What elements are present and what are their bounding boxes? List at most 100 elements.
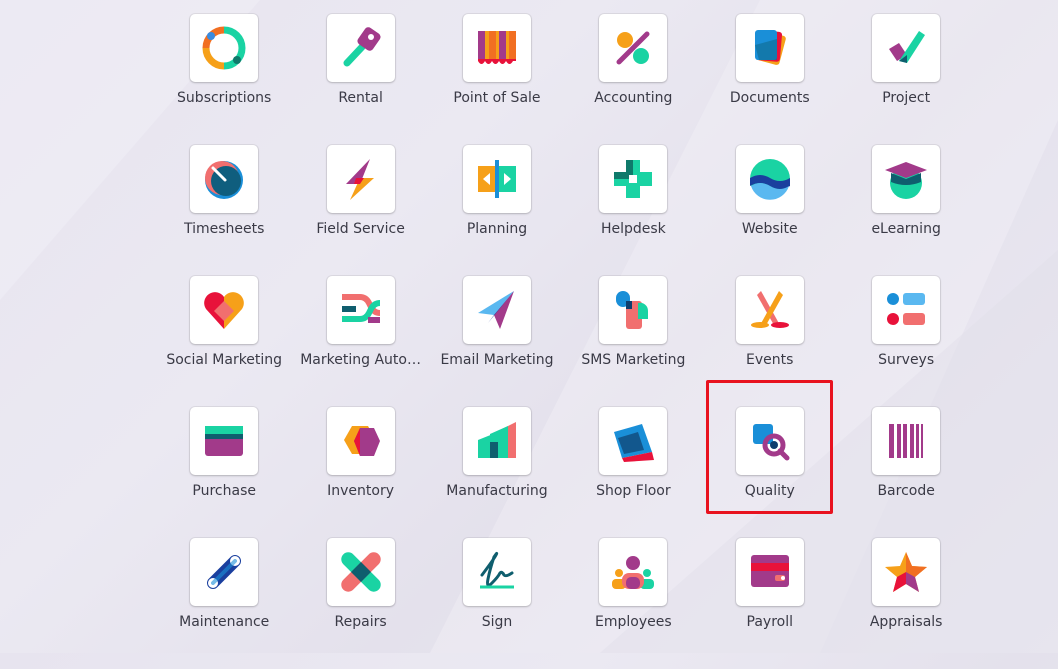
purchase-icon — [205, 426, 244, 456]
app-label: Sign — [481, 614, 513, 630]
app-accounting[interactable]: Accounting — [565, 14, 701, 145]
app-manufacturing[interactable]: Manufacturing — [429, 407, 565, 538]
app-label: Email Marketing — [440, 352, 554, 368]
app-tile[interactable] — [326, 14, 395, 82]
app-tile[interactable] — [326, 276, 395, 344]
app-tile[interactable] — [462, 145, 531, 213]
app-timesheets[interactable]: Timesheets — [156, 145, 292, 276]
app-label: Appraisals — [869, 614, 943, 630]
app-events[interactable]: Events — [702, 276, 838, 407]
app-label: Shop Floor — [596, 483, 671, 499]
app-sms-marketing[interactable]: SMS Marketing — [565, 276, 701, 407]
app-purchase[interactable]: Purchase — [156, 407, 292, 538]
app-label: Subscriptions — [177, 90, 272, 106]
app-documents[interactable]: Documents — [702, 14, 838, 145]
app-marketing-automation[interactable]: Marketing Auto… — [292, 276, 428, 407]
app-tile[interactable] — [872, 276, 941, 344]
sign-icon — [479, 551, 514, 589]
app-sign[interactable]: Sign — [429, 538, 565, 669]
app-tile[interactable] — [735, 145, 804, 213]
app-email-marketing[interactable]: Email Marketing — [429, 276, 565, 407]
elearning-icon — [885, 162, 928, 199]
app-grid: Subscriptions Rental Point of Sale Accou… — [156, 14, 974, 669]
inventory-icon — [343, 426, 380, 456]
app-tile[interactable] — [462, 14, 531, 82]
point-of-sale-icon — [477, 31, 516, 64]
app-tile[interactable] — [599, 145, 668, 213]
app-label: Quality — [744, 483, 795, 499]
app-tile[interactable] — [735, 14, 804, 82]
app-subscriptions[interactable]: Subscriptions — [156, 14, 292, 145]
app-label: Point of Sale — [453, 90, 541, 106]
app-tile[interactable] — [462, 407, 531, 475]
app-field-service[interactable]: Field Service — [292, 145, 428, 276]
app-label: Inventory — [327, 483, 395, 499]
app-rental[interactable]: Rental — [292, 14, 428, 145]
app-shop-floor[interactable]: Shop Floor — [565, 407, 701, 538]
app-inventory[interactable]: Inventory — [292, 407, 428, 538]
app-tile[interactable] — [462, 538, 531, 606]
app-tile[interactable] — [735, 538, 804, 606]
surveys-icon — [887, 293, 926, 325]
app-planning[interactable]: Planning — [429, 145, 565, 276]
project-icon — [889, 31, 926, 63]
app-label: Helpdesk — [600, 221, 666, 237]
app-quality[interactable]: Quality — [702, 407, 838, 538]
app-tile[interactable] — [599, 538, 668, 606]
app-tile[interactable] — [872, 407, 941, 475]
app-tile[interactable] — [599, 14, 668, 82]
app-tile[interactable] — [872, 14, 941, 82]
repairs-icon — [340, 552, 381, 592]
app-tile[interactable] — [872, 538, 941, 606]
app-label: Project — [882, 90, 931, 106]
app-employees[interactable]: Employees — [565, 538, 701, 669]
app-label: Social Marketing — [166, 352, 283, 368]
subscriptions-icon — [202, 26, 246, 70]
manufacturing-icon — [477, 422, 516, 458]
app-label: Manufacturing — [446, 483, 548, 499]
app-label: Employees — [595, 614, 672, 630]
app-label: Purchase — [192, 483, 256, 499]
app-website[interactable]: Website — [702, 145, 838, 276]
app-label: eLearning — [871, 221, 941, 237]
social-marketing-icon — [204, 292, 245, 329]
app-helpdesk[interactable]: Helpdesk — [565, 145, 701, 276]
app-tile[interactable] — [326, 145, 395, 213]
app-maintenance[interactable]: Maintenance — [156, 538, 292, 669]
app-social-marketing[interactable]: Social Marketing — [156, 276, 292, 407]
accounting-icon — [616, 31, 650, 65]
app-appraisals[interactable]: Appraisals — [838, 538, 974, 669]
appraisals-icon — [885, 552, 928, 592]
app-tile[interactable] — [735, 407, 804, 475]
app-tile[interactable] — [462, 276, 531, 344]
sms-marketing-icon — [616, 291, 649, 329]
app-elearning[interactable]: eLearning — [838, 145, 974, 276]
app-tile[interactable] — [599, 407, 668, 475]
app-tile[interactable] — [326, 407, 395, 475]
app-tile[interactable] — [599, 276, 668, 344]
app-surveys[interactable]: Surveys — [838, 276, 974, 407]
payroll-icon — [750, 555, 789, 587]
app-tile[interactable] — [190, 145, 259, 213]
events-icon — [750, 291, 789, 328]
app-tile[interactable] — [190, 276, 259, 344]
app-tile[interactable] — [190, 14, 259, 82]
app-label: Barcode — [877, 483, 935, 499]
app-barcode[interactable]: Barcode — [838, 407, 974, 538]
email-marketing-icon — [477, 291, 514, 329]
app-project[interactable]: Project — [838, 14, 974, 145]
maintenance-icon — [207, 555, 242, 589]
app-tile[interactable] — [326, 538, 395, 606]
app-tile[interactable] — [872, 145, 941, 213]
app-tile[interactable] — [190, 407, 259, 475]
app-tile[interactable] — [190, 538, 259, 606]
app-tile[interactable] — [735, 276, 804, 344]
app-label: Rental — [338, 90, 383, 106]
app-repairs[interactable]: Repairs — [292, 538, 428, 669]
app-payroll[interactable]: Payroll — [702, 538, 838, 669]
shop-floor-icon — [614, 424, 655, 462]
documents-icon — [754, 30, 786, 65]
app-point-of-sale[interactable]: Point of Sale — [429, 14, 565, 145]
app-label: Marketing Auto… — [300, 352, 421, 368]
timesheets-icon — [205, 161, 244, 199]
